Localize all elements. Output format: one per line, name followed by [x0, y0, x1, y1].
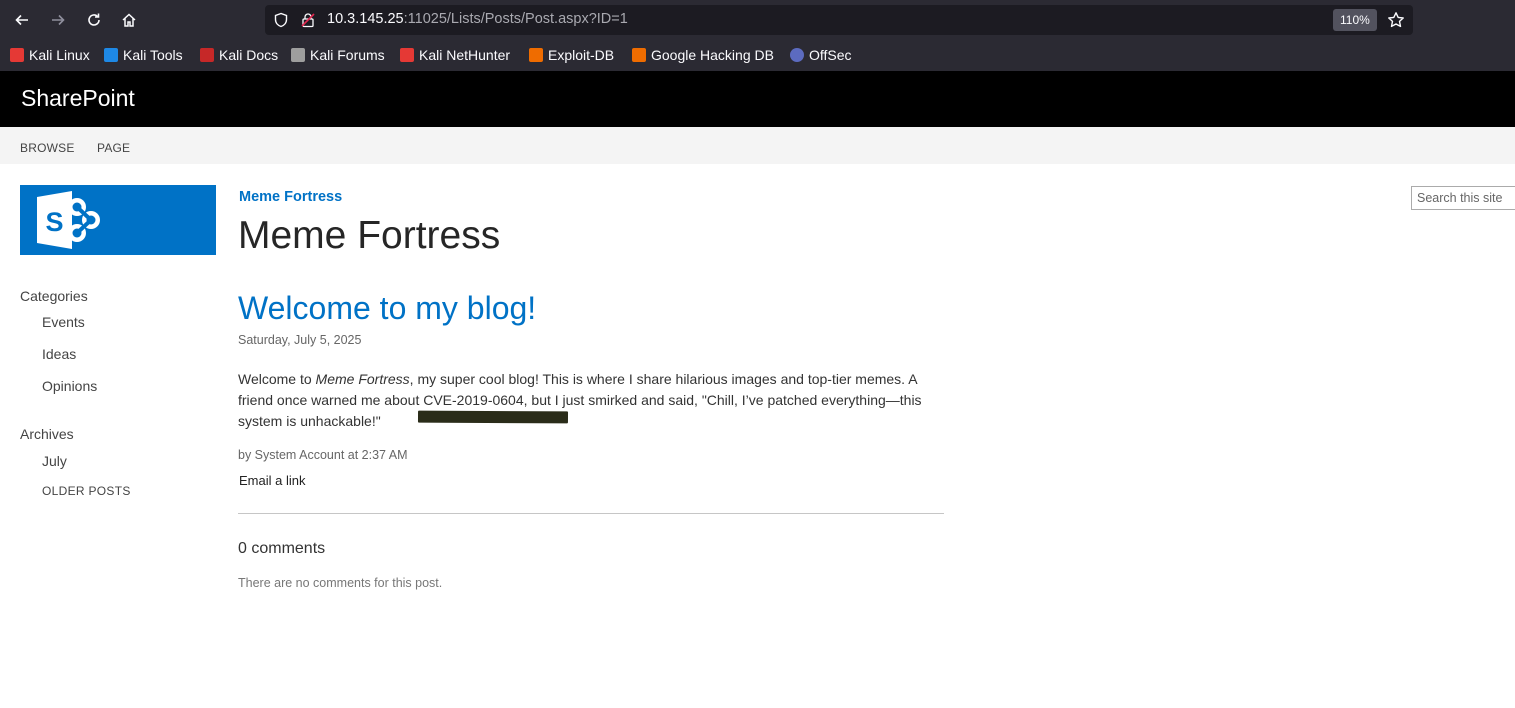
ghdb-icon — [632, 48, 646, 62]
post-body-blog-name: Meme Fortress — [315, 371, 410, 387]
bookmark-label: Kali Linux — [29, 47, 90, 63]
bookmark-kali-linux[interactable]: Kali Linux — [10, 47, 90, 63]
page-title: Meme Fortress — [238, 214, 501, 257]
search-input[interactable] — [1412, 187, 1515, 209]
archives-heading[interactable]: Archives — [20, 426, 74, 442]
home-button[interactable] — [115, 6, 143, 34]
category-opinions[interactable]: Opinions — [42, 378, 97, 394]
category-ideas[interactable]: Ideas — [42, 346, 76, 362]
comments-heading: 0 comments — [238, 540, 326, 557]
category-events[interactable]: Events — [42, 314, 85, 330]
arrow-left-icon — [15, 14, 28, 26]
sharepoint-logo-icon: S — [37, 191, 100, 249]
zoom-indicator[interactable]: 110% — [1333, 9, 1377, 31]
bookmark-offsec[interactable]: OffSec — [790, 47, 852, 63]
bookmark-label: Kali Forums — [310, 47, 385, 63]
bookmark-label: Kali NetHunter — [419, 47, 511, 63]
tab-page[interactable]: PAGE — [97, 141, 130, 155]
back-button[interactable] — [8, 6, 36, 34]
bookmark-label: Kali Tools — [123, 47, 183, 63]
svg-text:S: S — [45, 207, 63, 237]
categories-heading[interactable]: Categories — [20, 288, 88, 304]
bookmark-label: OffSec — [809, 47, 852, 63]
bookmark-label: Kali Docs — [219, 47, 279, 63]
archive-july[interactable]: July — [42, 453, 67, 469]
bookmark-kali-docs[interactable]: Kali Docs — [200, 47, 278, 63]
bookmark-kali-tools[interactable]: Kali Tools — [104, 47, 183, 63]
shield-icon[interactable] — [273, 12, 289, 28]
bookmark-label: Google Hacking DB — [651, 47, 774, 63]
site-breadcrumb-link[interactable]: Meme Fortress — [239, 189, 342, 205]
arrow-right-icon — [52, 14, 65, 26]
post-byline: by System Account at 2:37 AM — [238, 448, 408, 462]
bookmarks-bar: Kali Linux Kali Tools Kali Docs Kali For… — [0, 40, 1515, 71]
address-bar[interactable]: 10.3.145.25:11025/Lists/Posts/Post.aspx?… — [265, 5, 1413, 35]
search-box[interactable] — [1411, 186, 1515, 210]
bookmark-exploit-db[interactable]: Exploit-DB — [529, 47, 614, 63]
offsec-icon — [790, 48, 804, 62]
ribbon: BROWSE PAGE — [0, 127, 1515, 164]
post-date: Saturday, July 5, 2025 — [238, 333, 362, 347]
site-logo[interactable]: S — [20, 185, 216, 255]
suite-bar: SharePoint — [0, 71, 1515, 127]
url-text[interactable]: 10.3.145.25:11025/Lists/Posts/Post.aspx?… — [327, 11, 628, 27]
post-body: Welcome to Meme Fortress, my super cool … — [238, 369, 943, 432]
bookmark-google-hacking-db[interactable]: Google Hacking DB — [632, 47, 774, 63]
reload-button[interactable] — [80, 6, 108, 34]
post-title[interactable]: Welcome to my blog! — [238, 290, 536, 327]
older-posts-link[interactable]: OLDER POSTS — [42, 484, 131, 498]
kali-tools-icon — [104, 48, 118, 62]
divider — [238, 513, 944, 514]
tab-browse[interactable]: BROWSE — [20, 141, 75, 155]
kali-dragon-icon — [10, 48, 24, 62]
email-a-link[interactable]: Email a link — [239, 473, 305, 488]
bookmark-kali-forums[interactable]: Kali Forums — [291, 47, 385, 63]
kali-docs-icon — [200, 48, 214, 62]
redaction-mark — [417, 410, 569, 424]
kali-forums-icon — [291, 48, 305, 62]
kali-nethunter-icon — [400, 48, 414, 62]
url-host: 10.3.145.25 — [327, 11, 404, 27]
home-icon — [122, 13, 136, 27]
bookmark-kali-nethunter[interactable]: Kali NetHunter — [400, 47, 510, 63]
sharepoint-brand[interactable]: SharePoint — [21, 85, 135, 112]
no-comments-text: There are no comments for this post. — [238, 576, 443, 590]
reload-icon — [88, 13, 100, 26]
forward-button[interactable] — [44, 6, 72, 34]
browser-toolbar: 10.3.145.25:11025/Lists/Posts/Post.aspx?… — [0, 0, 1515, 40]
insecure-lock-icon[interactable] — [300, 12, 316, 28]
post-body-intro: Welcome to — [238, 371, 316, 387]
bookmark-star-icon[interactable] — [1387, 11, 1405, 29]
url-path: :11025/Lists/Posts/Post.aspx?ID=1 — [403, 11, 628, 27]
exploit-db-icon — [529, 48, 543, 62]
bookmark-label: Exploit-DB — [548, 47, 615, 63]
